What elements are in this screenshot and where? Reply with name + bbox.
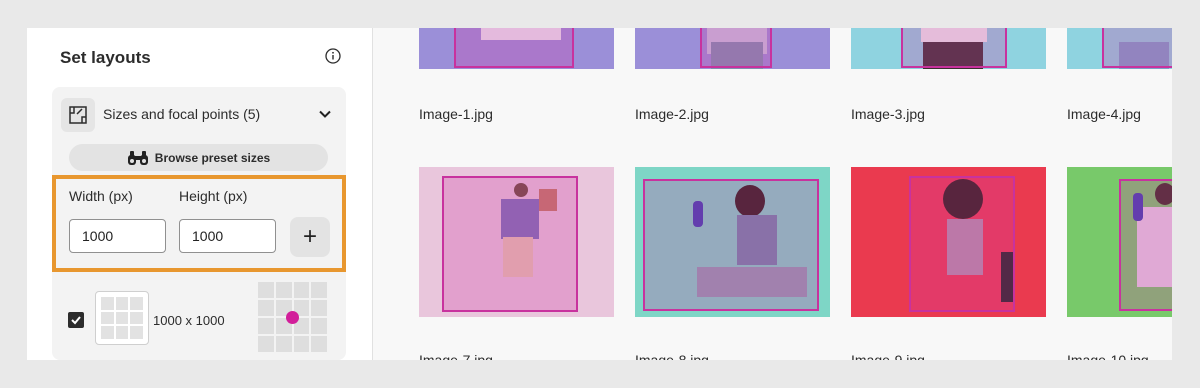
height-label: Height (px): [179, 188, 248, 204]
image-tile-4[interactable]: [1067, 28, 1172, 69]
width-label: Width (px): [69, 188, 133, 204]
image-caption-10: Image-10.jpg: [1067, 352, 1149, 360]
browse-preset-sizes-button[interactable]: Browse preset sizes: [69, 144, 328, 171]
image-caption-7: Image-7.jpg: [419, 352, 493, 360]
info-icon[interactable]: [325, 48, 341, 64]
image-tile-9[interactable]: [851, 167, 1046, 317]
image-tile-7[interactable]: [419, 167, 614, 317]
panel-divider: [372, 28, 373, 360]
app-frame: Set layouts Sizes and focal points (5) B…: [27, 28, 1172, 360]
chevron-down-icon[interactable]: [318, 107, 332, 121]
image-caption-4: Image-4.jpg: [1067, 106, 1141, 122]
height-input[interactable]: 1000: [179, 219, 276, 253]
focal-point-marker[interactable]: [286, 311, 299, 324]
image-caption-3: Image-3.jpg: [851, 106, 925, 122]
add-size-button[interactable]: +: [290, 217, 330, 257]
preset-thumbnail: [95, 291, 149, 345]
section-label: Sizes and focal points (5): [103, 106, 261, 122]
binoculars-icon: [127, 150, 148, 165]
crop-icon: [61, 98, 95, 132]
preset-size-label: 1000 x 1000: [153, 313, 225, 328]
image-tile-8[interactable]: [635, 167, 830, 317]
browse-preset-sizes-label: Browse preset sizes: [154, 150, 271, 165]
width-input[interactable]: 1000: [69, 219, 166, 253]
preset-checkbox[interactable]: [68, 312, 84, 328]
image-tile-2[interactable]: [635, 28, 830, 69]
panel-title: Set layouts: [60, 48, 151, 67]
image-tile-10[interactable]: [1067, 167, 1172, 317]
image-caption-2: Image-2.jpg: [635, 106, 709, 122]
image-caption-1: Image-1.jpg: [419, 106, 493, 122]
image-caption-9: Image-9.jpg: [851, 352, 925, 360]
image-caption-8: Image-8.jpg: [635, 352, 709, 360]
image-tile-3[interactable]: [851, 28, 1046, 69]
image-tile-1[interactable]: [419, 28, 614, 69]
